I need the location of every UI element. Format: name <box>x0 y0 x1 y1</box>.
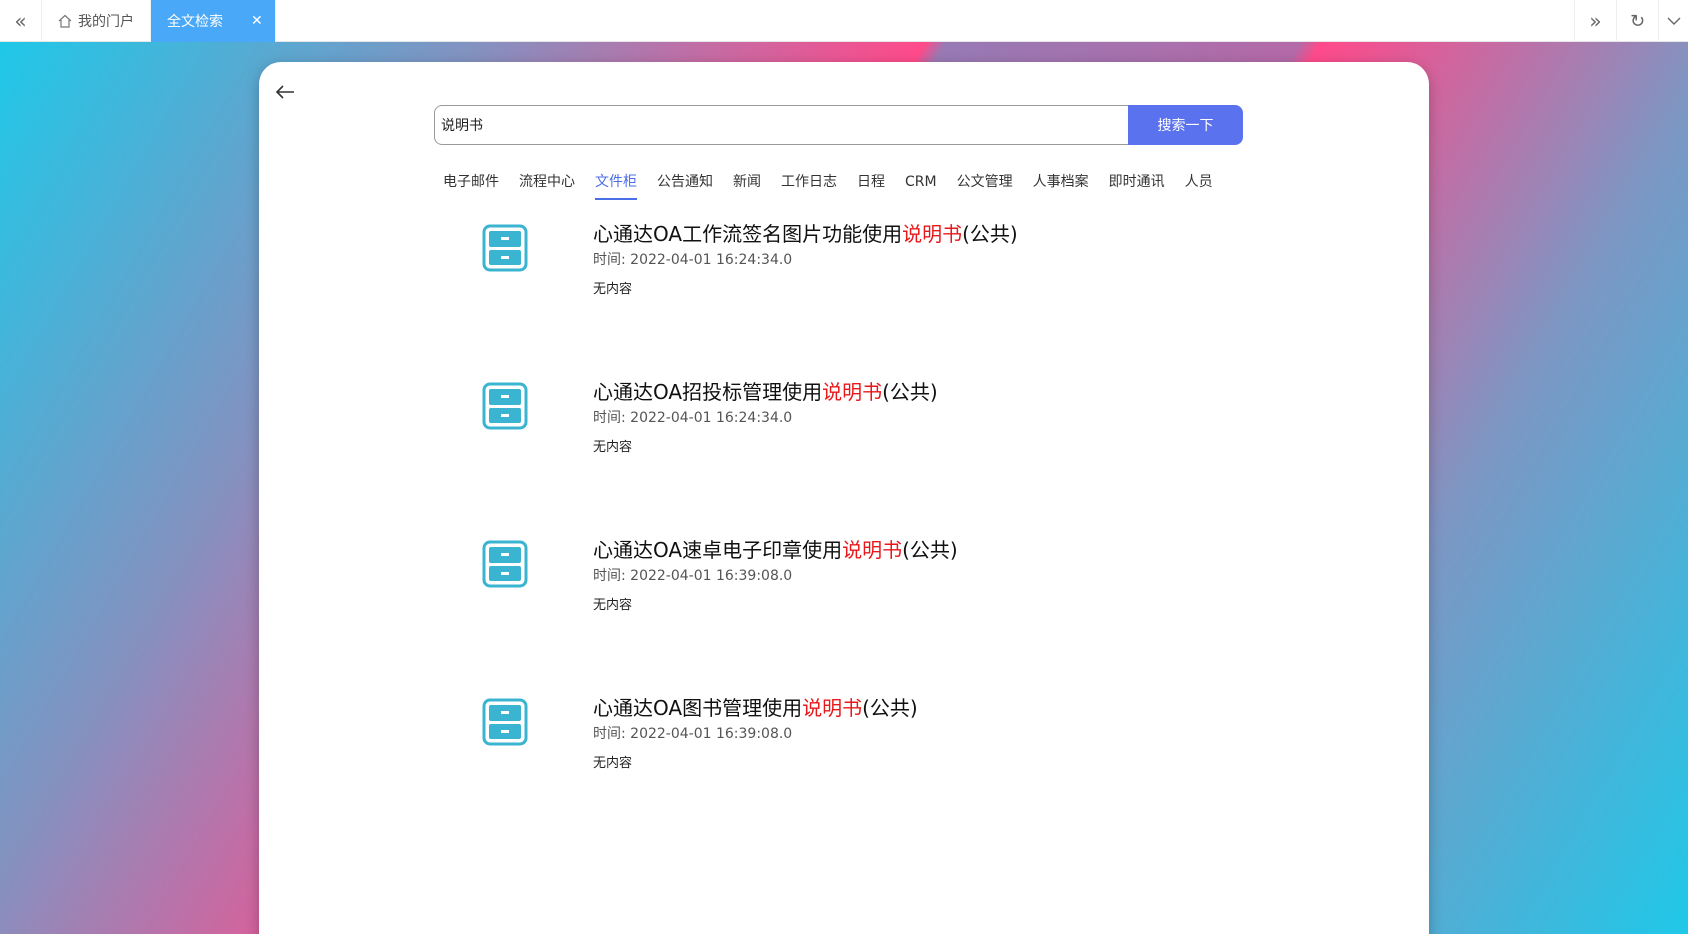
scroll-right-button[interactable]: » <box>1574 0 1616 42</box>
title-suffix: (公共) <box>962 222 1018 246</box>
result-time: 时间: 2022-04-01 16:39:08.0 <box>593 568 793 584</box>
result-title[interactable]: 心通达OA招投标管理使用说明书(公共) <box>593 376 938 405</box>
double-chevron-left-icon: « <box>14 9 27 33</box>
list-item[interactable]: 心通达OA工作流签名图片功能使用说明书(公共) 时间: 2022-04-01 1… <box>259 216 1429 336</box>
title-highlight: 说明书 <box>842 538 903 562</box>
title-highlight: 说明书 <box>822 380 883 404</box>
title-text: 心通达OA招投标管理使用 <box>593 380 823 404</box>
category-tabs: 电子邮件 流程中心 文件柜 公告通知 新闻 工作日志 日程 CRM 公文管理 人… <box>443 172 1233 200</box>
category-workflow[interactable]: 流程中心 <box>519 172 575 200</box>
refresh-icon: ↻ <box>1629 10 1646 32</box>
tab-my-portal[interactable]: 我的门户 <box>42 0 151 42</box>
tab-bar: « 我的门户 全文检索 ✕ » ↻ <box>0 0 1688 42</box>
result-time: 时间: 2022-04-01 16:39:08.0 <box>593 726 793 742</box>
result-desc: 无内容 <box>593 282 633 297</box>
list-item[interactable]: 心通达OA速卓电子印章使用说明书(公共) 时间: 2022-04-01 16:3… <box>259 532 1429 652</box>
search-button[interactable]: 搜索一下 <box>1128 105 1243 145</box>
arrow-left-icon <box>275 85 294 99</box>
result-desc: 无内容 <box>593 598 633 613</box>
list-item[interactable]: 心通达OA招投标管理使用说明书(公共) 时间: 2022-04-01 16:24… <box>259 374 1429 494</box>
category-im[interactable]: 即时通讯 <box>1109 172 1165 200</box>
result-title[interactable]: 心通达OA速卓电子印章使用说明书(公共) <box>593 534 958 563</box>
category-schedule[interactable]: 日程 <box>857 172 885 200</box>
double-chevron-right-icon: » <box>1589 9 1602 33</box>
search-input[interactable] <box>434 105 1128 145</box>
title-highlight: 说明书 <box>802 696 863 720</box>
tab-label: 我的门户 <box>78 14 134 30</box>
file-cabinet-icon <box>482 382 528 430</box>
title-suffix: (公共) <box>862 696 918 720</box>
category-crm[interactable]: CRM <box>905 172 937 200</box>
result-time: 时间: 2022-04-01 16:24:34.0 <box>593 252 793 268</box>
back-button[interactable] <box>273 80 297 104</box>
tab-fulltext-search[interactable]: 全文检索 ✕ <box>151 0 276 42</box>
file-cabinet-icon <box>482 224 528 272</box>
title-suffix: (公共) <box>882 380 938 404</box>
category-people[interactable]: 人员 <box>1185 172 1213 200</box>
title-text: 心通达OA图书管理使用 <box>593 696 803 720</box>
list-item[interactable]: 心通达OA图书管理使用说明书(公共) 时间: 2022-04-01 16:39:… <box>259 690 1429 810</box>
search-card: 搜索一下 电子邮件 流程中心 文件柜 公告通知 新闻 工作日志 日程 CRM 公… <box>259 62 1429 934</box>
category-email[interactable]: 电子邮件 <box>443 172 499 200</box>
category-hr-records[interactable]: 人事档案 <box>1033 172 1089 200</box>
title-text: 心通达OA速卓电子印章使用 <box>593 538 843 562</box>
file-cabinet-icon <box>482 698 528 746</box>
category-news[interactable]: 新闻 <box>733 172 761 200</box>
title-text: 心通达OA工作流签名图片功能使用 <box>593 222 903 246</box>
category-notice[interactable]: 公告通知 <box>657 172 713 200</box>
result-time: 时间: 2022-04-01 16:24:34.0 <box>593 410 793 426</box>
result-title[interactable]: 心通达OA工作流签名图片功能使用说明书(公共) <box>593 218 1018 247</box>
search-bar: 搜索一下 <box>434 105 1243 145</box>
category-file-cabinet[interactable]: 文件柜 <box>595 172 637 200</box>
file-cabinet-icon <box>482 540 528 588</box>
scroll-left-button[interactable]: « <box>0 0 42 42</box>
category-work-log[interactable]: 工作日志 <box>781 172 837 200</box>
title-highlight: 说明书 <box>902 222 963 246</box>
result-desc: 无内容 <box>593 756 633 771</box>
title-suffix: (公共) <box>902 538 958 562</box>
result-title[interactable]: 心通达OA图书管理使用说明书(公共) <box>593 692 918 721</box>
result-desc: 无内容 <box>593 440 633 455</box>
chevron-down-icon <box>1667 17 1680 25</box>
more-button[interactable] <box>1658 0 1688 42</box>
close-icon[interactable]: ✕ <box>251 13 263 29</box>
category-documents[interactable]: 公文管理 <box>957 172 1013 200</box>
refresh-button[interactable]: ↻ <box>1616 0 1658 42</box>
tab-label: 全文检索 <box>167 14 223 30</box>
home-icon <box>58 14 72 28</box>
